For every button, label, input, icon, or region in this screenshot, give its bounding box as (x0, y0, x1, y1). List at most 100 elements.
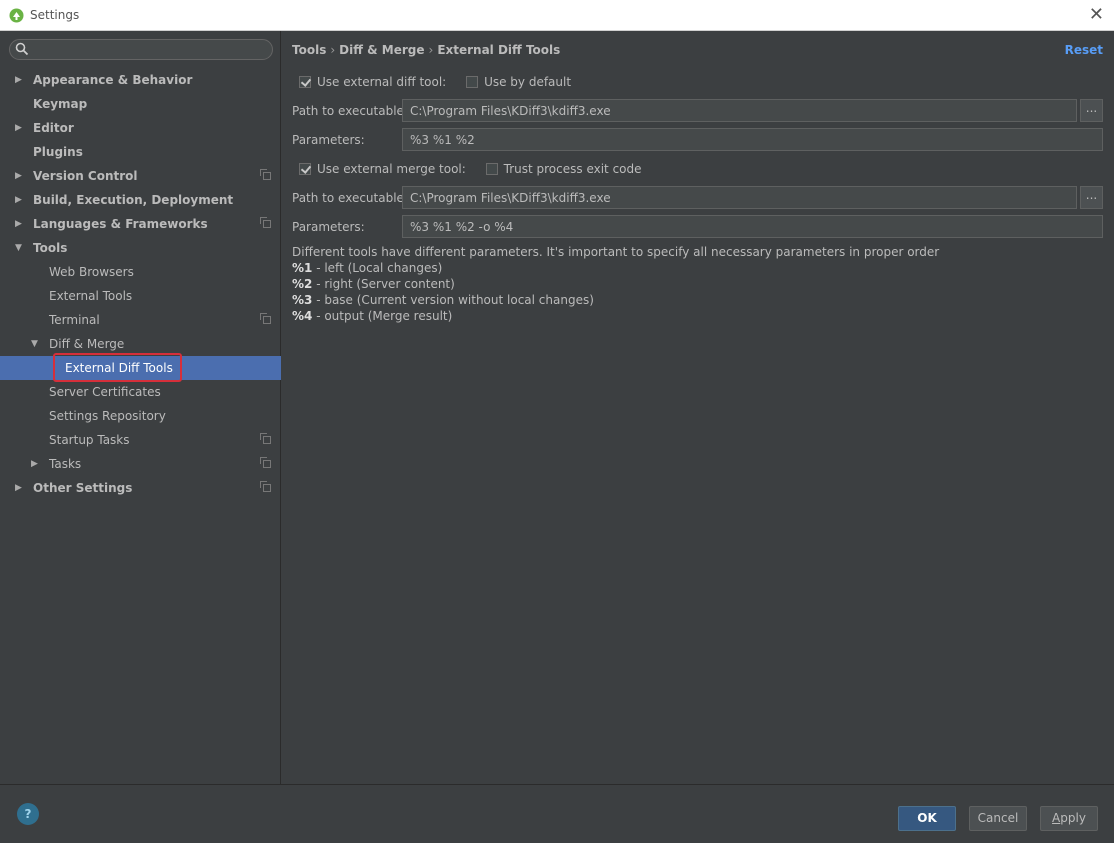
tree-item[interactable]: External Tools (0, 284, 281, 308)
tree-item-label: Server Certificates (49, 385, 161, 399)
tree-item[interactable]: Server Certificates (0, 380, 281, 404)
help-line: %3 - base (Current version without local… (292, 292, 939, 308)
help-line: %4 - output (Merge result) (292, 308, 939, 324)
tree-item-label: Tasks (49, 457, 82, 471)
reset-link[interactable]: Reset (1065, 43, 1103, 57)
diff-path-label: Path to executable: (292, 104, 408, 118)
collapsed-arrow-icon[interactable]: ▶ (15, 164, 22, 188)
tree-item-label: Version Control (33, 169, 138, 183)
expanded-arrow-icon[interactable]: ▼ (15, 236, 22, 260)
help-line: %1 - left (Local changes) (292, 260, 939, 276)
use-by-default-checkbox[interactable] (466, 76, 479, 88)
tree-item[interactable]: ▶ Editor (0, 116, 281, 140)
breadcrumb-separator: › (428, 43, 434, 57)
tree-item-label: Editor (33, 121, 74, 135)
diff-params-label: Parameters: (292, 133, 365, 147)
collapsed-arrow-icon[interactable]: ▶ (15, 212, 22, 236)
diff-path-input[interactable] (402, 99, 1077, 122)
use-external-merge-label[interactable]: Use external merge tool: (317, 162, 466, 176)
breadcrumb-tools: Tools (292, 43, 327, 57)
tree-item-label: External Tools (49, 289, 133, 303)
tree-item-label: Appearance & Behavior (33, 73, 193, 87)
tree-item[interactable]: Keymap (0, 92, 281, 116)
param-key: %2 (292, 277, 313, 291)
tree-item-label: Other Settings (33, 481, 133, 495)
use-external-diff-checkbox[interactable] (299, 76, 311, 88)
tree-item-label: Plugins (33, 145, 83, 159)
tree-item[interactable]: Settings Repository (0, 404, 281, 428)
trust-exit-code-label[interactable]: Trust process exit code (504, 162, 642, 176)
project-level-icon (260, 217, 271, 228)
tree-item[interactable]: ▶ Appearance & Behavior (0, 68, 281, 92)
tree-item-label: Web Browsers (49, 265, 134, 279)
search-box[interactable] (9, 39, 273, 60)
android-studio-icon (9, 8, 24, 23)
merge-path-label: Path to executable: (292, 191, 408, 205)
merge-params-input[interactable] (402, 215, 1103, 238)
merge-params-label: Parameters: (292, 220, 365, 234)
project-level-icon (260, 457, 271, 468)
dialog-footer: ? OK Cancel Apply (0, 784, 1114, 843)
collapsed-arrow-icon[interactable]: ▶ (15, 476, 22, 500)
help-lines: %1 - left (Local changes) %2 - right (Ser… (292, 260, 939, 324)
collapsed-arrow-icon[interactable]: ▶ (31, 452, 38, 476)
search-icon (15, 42, 29, 56)
collapsed-arrow-icon[interactable]: ▶ (15, 68, 22, 92)
project-level-icon (260, 313, 271, 324)
collapsed-arrow-icon[interactable]: ▶ (15, 116, 22, 140)
use-by-default-label[interactable]: Use by default (484, 75, 571, 89)
title-bar: Settings ✕ (0, 0, 1114, 31)
tree-item-label: Terminal (49, 313, 100, 327)
window-title: Settings (30, 8, 80, 22)
search-input[interactable] (34, 41, 268, 60)
param-description: - left (Local changes) (312, 261, 443, 275)
merge-path-input[interactable] (402, 186, 1077, 209)
tree-item-label: Tools (33, 241, 68, 255)
param-key: %4 (292, 309, 313, 323)
tree-item[interactable]: Plugins (0, 140, 281, 164)
apply-label-rest: pply (1060, 811, 1086, 825)
trust-exit-code-checkbox[interactable] (485, 163, 498, 175)
tree-item[interactable]: ▶ Build, Execution, Deployment (0, 188, 281, 212)
parameters-help: Different tools have different parameter… (292, 244, 939, 324)
merge-browse-button[interactable]: ... (1080, 186, 1103, 209)
tree-item[interactable]: Web Browsers (0, 260, 281, 284)
diff-tool-options: Use external diff tool: Use by default (299, 74, 587, 92)
tree-item[interactable]: Terminal (0, 308, 281, 332)
param-key: %3 (292, 293, 313, 307)
project-level-icon (260, 433, 271, 444)
breadcrumb-separator: › (330, 43, 336, 57)
help-intro: Different tools have different parameter… (292, 245, 940, 259)
tree-item-label: Build, Execution, Deployment (33, 193, 234, 207)
settings-sidebar: ▶ Appearance & Behavior Keymap ▶ Editor Plugi… (0, 31, 281, 784)
breadcrumb-diff-merge: Diff & Merge (339, 43, 425, 57)
cancel-button[interactable]: Cancel (969, 806, 1027, 831)
tree-item[interactable]: ▶ Tasks (0, 452, 281, 476)
diff-browse-button[interactable]: ... (1080, 99, 1103, 122)
use-external-merge-checkbox[interactable] (299, 163, 311, 175)
close-icon[interactable]: ✕ (1089, 4, 1104, 26)
param-description: - output (Merge result) (312, 309, 453, 323)
tree-item[interactable]: External Diff Tools (0, 353, 281, 382)
param-description: - right (Server content) (312, 277, 455, 291)
project-level-icon (260, 169, 271, 180)
param-key: %1 (292, 261, 313, 275)
merge-tool-options: Use external merge tool: Trust process e… (299, 161, 658, 179)
help-line: %2 - right (Server content) (292, 276, 939, 292)
selection-highlight-box (53, 353, 182, 382)
tree-item[interactable]: ▶ Languages & Frameworks (0, 212, 281, 236)
expanded-arrow-icon[interactable]: ▼ (31, 332, 38, 356)
param-description: - base (Current version without local ch… (312, 293, 594, 307)
tree-item[interactable]: Startup Tasks (0, 428, 281, 452)
tree-item-label: Keymap (33, 97, 88, 111)
tree-item[interactable]: ▶ Version Control (0, 164, 281, 188)
diff-params-input[interactable] (402, 128, 1103, 151)
use-external-diff-label[interactable]: Use external diff tool: (317, 75, 446, 89)
project-level-icon (260, 481, 271, 492)
apply-button[interactable]: Apply (1040, 806, 1098, 831)
tree-item[interactable]: ▶ Other Settings (0, 476, 281, 500)
ok-button[interactable]: OK (898, 806, 956, 831)
help-icon[interactable]: ? (17, 803, 39, 825)
tree-item[interactable]: ▼ Tools (0, 236, 281, 260)
collapsed-arrow-icon[interactable]: ▶ (15, 188, 22, 212)
